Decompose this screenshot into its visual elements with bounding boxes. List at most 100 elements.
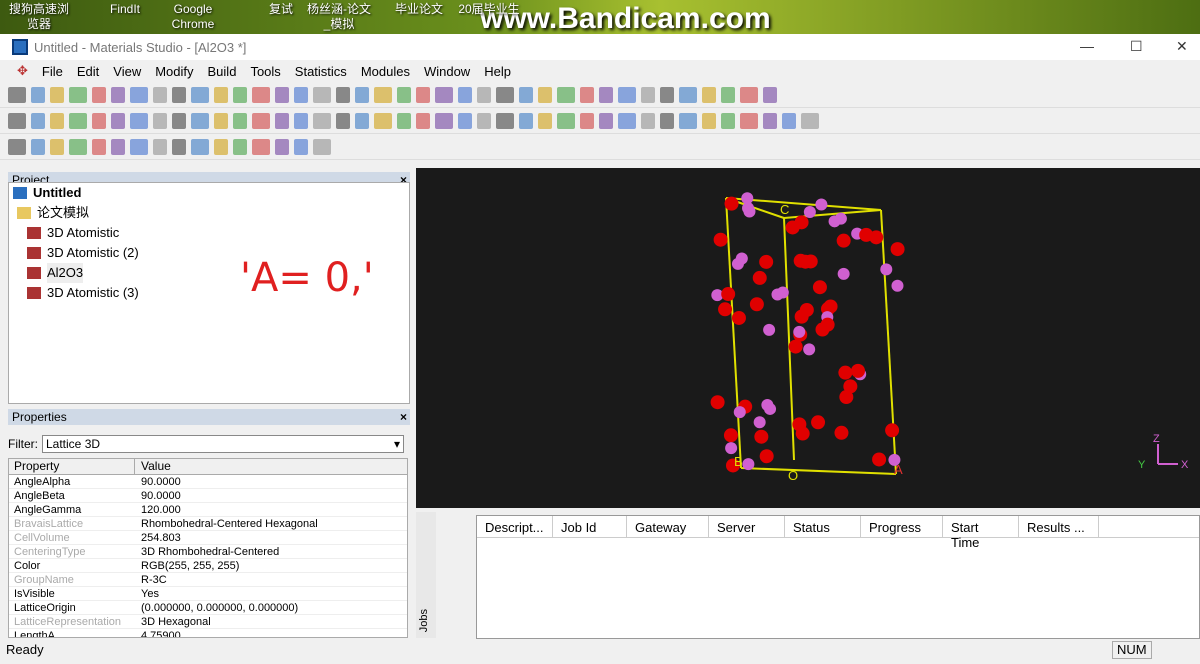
property-row[interactable]: CenteringType 3D Rhombohedral-Centered	[9, 545, 407, 559]
toolbar-button-icon[interactable]	[557, 112, 575, 129]
structure-view[interactable]: A B C O Z Y X	[416, 168, 1200, 508]
menu-help[interactable]: Help	[477, 64, 518, 79]
desktop-icon[interactable]: 复试	[248, 2, 314, 17]
toolbar-button-icon[interactable]	[435, 112, 453, 129]
toolbar-button-icon[interactable]	[477, 86, 491, 103]
toolbar-button-icon[interactable]	[92, 138, 106, 155]
col-property[interactable]: Property	[9, 459, 135, 474]
menu-window[interactable]: Window	[417, 64, 477, 79]
menu-icon[interactable]: ✥	[10, 63, 35, 79]
toolbar-button-icon[interactable]	[477, 112, 491, 129]
toolbar-button-icon[interactable]	[172, 86, 186, 103]
toolbar-button-icon[interactable]	[191, 112, 209, 129]
toolbar-button-icon[interactable]	[660, 86, 674, 103]
toolbar-button-icon[interactable]	[214, 112, 228, 129]
desktop-icon[interactable]: 搜狗高速浏览器	[6, 2, 72, 32]
property-row[interactable]: AngleGamma 120.000	[9, 503, 407, 517]
toolbar-button-icon[interactable]	[641, 112, 655, 129]
toolbar-button-icon[interactable]	[8, 112, 26, 129]
toolbar-button-icon[interactable]	[214, 138, 228, 155]
toolbar-button-icon[interactable]	[336, 86, 350, 103]
toolbar-button-icon[interactable]	[458, 86, 472, 103]
toolbar-button-icon[interactable]	[92, 86, 106, 103]
tree-item[interactable]: 论文模拟	[9, 203, 409, 223]
menu-file[interactable]: File	[35, 64, 70, 79]
toolbar-button-icon[interactable]	[641, 86, 655, 103]
toolbar-button-icon[interactable]	[458, 112, 472, 129]
toolbar-button-icon[interactable]	[355, 86, 369, 103]
jobs-column-header[interactable]: Progress	[861, 516, 943, 537]
toolbar-button-icon[interactable]	[31, 138, 45, 155]
col-value[interactable]: Value	[135, 459, 171, 474]
close-button[interactable]: ✕	[1176, 38, 1188, 55]
toolbar-button-icon[interactable]	[599, 112, 613, 129]
toolbar-button-icon[interactable]	[31, 86, 45, 103]
toolbar-button-icon[interactable]	[111, 138, 125, 155]
toolbar-button-icon[interactable]	[191, 138, 209, 155]
toolbar-button-icon[interactable]	[679, 86, 697, 103]
toolbar-button-icon[interactable]	[172, 112, 186, 129]
property-row[interactable]: LatticeOrigin (0.000000, 0.000000, 0.0000…	[9, 601, 407, 615]
desktop-icon[interactable]: 毕业论文	[386, 2, 452, 17]
toolbar-button-icon[interactable]	[702, 112, 716, 129]
toolbar-button-icon[interactable]	[416, 112, 430, 129]
toolbar-button-icon[interactable]	[763, 112, 777, 129]
menu-build[interactable]: Build	[201, 64, 244, 79]
jobs-column-header[interactable]: Results ...	[1019, 516, 1099, 537]
toolbar-button-icon[interactable]	[557, 86, 575, 103]
toolbar-button-icon[interactable]	[599, 86, 613, 103]
property-row[interactable]: CellVolume 254.803	[9, 531, 407, 545]
close-properties-icon[interactable]: ×	[400, 409, 407, 425]
property-row[interactable]: Color RGB(255, 255, 255)	[9, 559, 407, 573]
jobs-column-header[interactable]: Server	[709, 516, 785, 537]
toolbar-button-icon[interactable]	[313, 112, 331, 129]
toolbar-button-icon[interactable]	[374, 86, 392, 103]
toolbar-button-icon[interactable]	[660, 112, 674, 129]
toolbar-button-icon[interactable]	[8, 86, 26, 103]
toolbar-button-icon[interactable]	[252, 86, 270, 103]
toolbar-button-icon[interactable]	[721, 112, 735, 129]
menu-statistics[interactable]: Statistics	[288, 64, 354, 79]
toolbar-button-icon[interactable]	[275, 112, 289, 129]
toolbar-button-icon[interactable]	[130, 86, 148, 103]
desktop-icon[interactable]: FindIt	[92, 2, 158, 17]
toolbar-button-icon[interactable]	[679, 112, 697, 129]
property-row[interactable]: BravaisLattice Rhombohedral-Centered Hexa…	[9, 517, 407, 531]
property-row[interactable]: GroupName R-3C	[9, 573, 407, 587]
toolbar-button-icon[interactable]	[580, 112, 594, 129]
toolbar-button-icon[interactable]	[111, 86, 125, 103]
toolbar-button-icon[interactable]	[618, 86, 636, 103]
toolbar-button-icon[interactable]	[397, 86, 411, 103]
toolbar-button-icon[interactable]	[801, 112, 819, 129]
toolbar-button-icon[interactable]	[50, 138, 64, 155]
toolbar-button-icon[interactable]	[294, 86, 308, 103]
toolbar-button-icon[interactable]	[496, 112, 514, 129]
toolbar-button-icon[interactable]	[233, 112, 247, 129]
toolbar-button-icon[interactable]	[50, 86, 64, 103]
toolbar-button-icon[interactable]	[618, 112, 636, 129]
desktop-icon[interactable]: 杨丝涵-论文_模拟	[306, 2, 372, 32]
maximize-button[interactable]: ☐	[1130, 38, 1143, 55]
toolbar-button-icon[interactable]	[313, 138, 331, 155]
toolbar-button-icon[interactable]	[763, 86, 777, 103]
toolbar-button-icon[interactable]	[580, 86, 594, 103]
toolbar-button-icon[interactable]	[519, 86, 533, 103]
minimize-button[interactable]: —	[1080, 38, 1094, 54]
toolbar-button-icon[interactable]	[130, 112, 148, 129]
toolbar-button-icon[interactable]	[435, 86, 453, 103]
toolbar-button-icon[interactable]	[31, 112, 45, 129]
toolbar-button-icon[interactable]	[69, 86, 87, 103]
toolbar-button-icon[interactable]	[740, 112, 758, 129]
property-row[interactable]: AngleBeta 90.0000	[9, 489, 407, 503]
desktop-icon[interactable]: Google Chrome	[160, 2, 226, 32]
toolbar-button-icon[interactable]	[294, 138, 308, 155]
toolbar-button-icon[interactable]	[252, 138, 270, 155]
toolbar-button-icon[interactable]	[92, 112, 106, 129]
jobs-column-header[interactable]: Gateway	[627, 516, 709, 537]
toolbar-button-icon[interactable]	[336, 112, 350, 129]
toolbar-button-icon[interactable]	[153, 138, 167, 155]
toolbar-button-icon[interactable]	[294, 112, 308, 129]
toolbar-button-icon[interactable]	[740, 86, 758, 103]
toolbar-button-icon[interactable]	[191, 86, 209, 103]
menu-edit[interactable]: Edit	[70, 64, 106, 79]
